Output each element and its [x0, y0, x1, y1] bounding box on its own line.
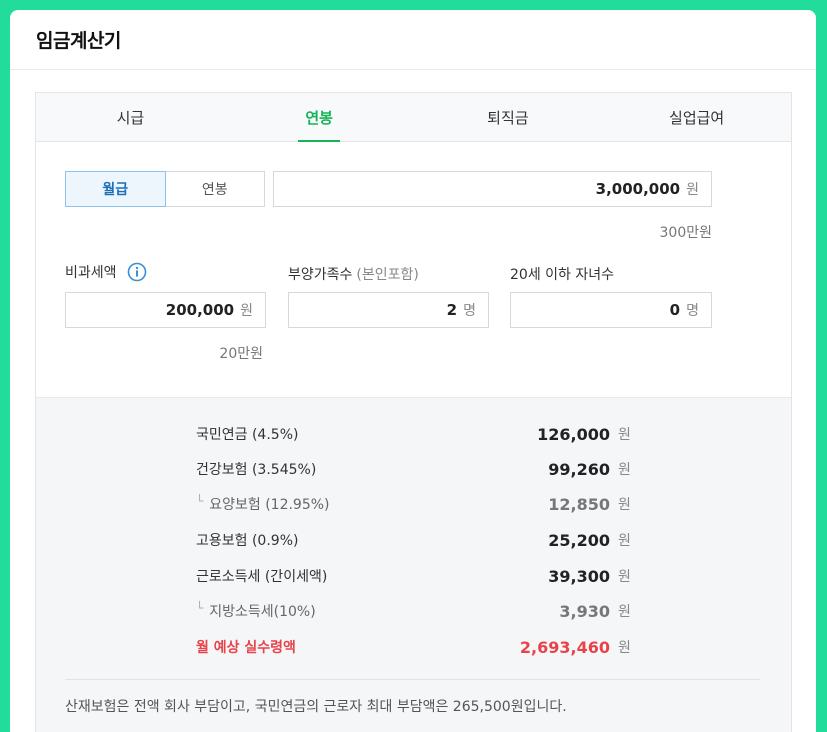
result-unit: 원 — [618, 569, 631, 585]
result-row-income-tax: 근로소득세 (간이세액) 39,300 원 — [36, 564, 791, 588]
salary-amount-hint: 300만원 — [659, 225, 712, 241]
salary-amount-unit: 원 — [686, 182, 699, 198]
result-name: └ 요양보험 (12.95%) — [196, 492, 330, 516]
calculator-card: 임금계산기 시급 연봉 퇴직금 실업급여 월급 연봉 3,000,000 원 3… — [10, 10, 816, 732]
tab-bar: 시급 연봉 퇴직금 실업급여 — [36, 93, 791, 142]
net-pay-amount: 2,693,460 — [519, 637, 610, 657]
info-icon[interactable] — [127, 262, 147, 282]
divider — [65, 679, 760, 680]
footnote: 산재보험은 전액 회사 부담이고, 국민연금의 근로자 최대 부담액은 265,… — [65, 699, 567, 715]
dependents-field[interactable]: 2 명 — [288, 292, 489, 328]
result-unit: 원 — [618, 427, 631, 443]
header: 임금계산기 — [10, 10, 816, 70]
children-field[interactable]: 0 명 — [510, 292, 712, 328]
dependents-value: 2 — [446, 301, 458, 319]
sub-item-corner-icon: └ — [196, 601, 204, 615]
tab-unemployment[interactable]: 실업급여 — [602, 93, 791, 141]
nontaxable-value: 200,000 — [165, 301, 235, 319]
input-section: 월급 연봉 3,000,000 원 300만원 비과세액 부양가족수 (본인포함… — [36, 142, 791, 397]
result-name: 근로소득세 (간이세액) — [196, 569, 328, 585]
result-name-text: 지방소득세(10%) — [209, 604, 316, 620]
children-unit: 명 — [686, 303, 699, 319]
nontaxable-label: 비과세액 — [65, 262, 147, 282]
tab-hourly[interactable]: 시급 — [36, 93, 225, 141]
result-row-employment: 고용보험 (0.9%) 25,200 원 — [36, 528, 791, 552]
dependents-sublabel: (본인포함) — [356, 267, 419, 283]
salary-amount-value: 3,000,000 — [595, 180, 681, 198]
result-amount: 12,850 — [548, 494, 610, 514]
children-value: 0 — [669, 301, 681, 319]
result-row-health: 건강보험 (3.545%) 99,260 원 — [36, 457, 791, 481]
result-name: 고용보험 (0.9%) — [196, 533, 299, 549]
result-name: └ 지방소득세(10%) — [196, 599, 316, 623]
result-row-net-pay: 월 예상 실수령액 2,693,460 원 — [36, 635, 791, 659]
page-title: 임금계산기 — [36, 30, 121, 52]
result-row-pension: 국민연금 (4.5%) 126,000 원 — [36, 422, 791, 446]
result-amount: 39,300 — [548, 566, 610, 586]
result-amount: 126,000 — [537, 424, 610, 444]
monthly-option-button[interactable]: 월급 — [65, 171, 166, 207]
result-unit: 원 — [618, 533, 631, 549]
salary-type-toggle: 월급 연봉 — [65, 171, 265, 207]
result-unit: 원 — [618, 604, 631, 620]
result-amount: 25,200 — [548, 530, 610, 550]
result-unit: 원 — [618, 462, 631, 478]
annual-option-button[interactable]: 연봉 — [165, 171, 265, 207]
result-unit: 원 — [618, 497, 631, 513]
result-name-text: 요양보험 (12.95%) — [209, 497, 330, 513]
nontaxable-label-text: 비과세액 — [65, 265, 117, 281]
salary-amount-field[interactable]: 3,000,000 원 — [273, 171, 712, 207]
nontaxable-field[interactable]: 200,000 원 — [65, 292, 266, 328]
dependents-label: 부양가족수 (본인포함) — [288, 264, 419, 284]
net-pay-label: 월 예상 실수령액 — [196, 640, 296, 656]
results-section: 국민연금 (4.5%) 126,000 원 건강보험 (3.545%) 99,2… — [36, 397, 791, 732]
nontaxable-hint: 20만원 — [219, 346, 263, 362]
tab-annual[interactable]: 연봉 — [225, 93, 414, 141]
result-unit: 원 — [618, 640, 631, 656]
dependents-unit: 명 — [463, 303, 476, 319]
result-name: 건강보험 (3.545%) — [196, 462, 317, 478]
result-name: 국민연금 (4.5%) — [196, 427, 299, 443]
tab-severance[interactable]: 퇴직금 — [414, 93, 603, 141]
calculator-panel: 시급 연봉 퇴직금 실업급여 월급 연봉 3,000,000 원 300만원 비… — [35, 92, 792, 732]
sub-item-corner-icon: └ — [196, 494, 204, 508]
nontaxable-unit: 원 — [240, 303, 253, 319]
result-row-local-tax: └ 지방소득세(10%) 3,930 원 — [36, 599, 791, 623]
result-amount: 3,930 — [559, 601, 610, 621]
dependents-label-text: 부양가족수 — [288, 267, 353, 283]
children-label-text: 20세 이하 자녀수 — [510, 267, 614, 283]
result-row-longterm-care: └ 요양보험 (12.95%) 12,850 원 — [36, 492, 791, 516]
children-label: 20세 이하 자녀수 — [510, 264, 614, 284]
result-amount: 99,260 — [548, 459, 610, 479]
